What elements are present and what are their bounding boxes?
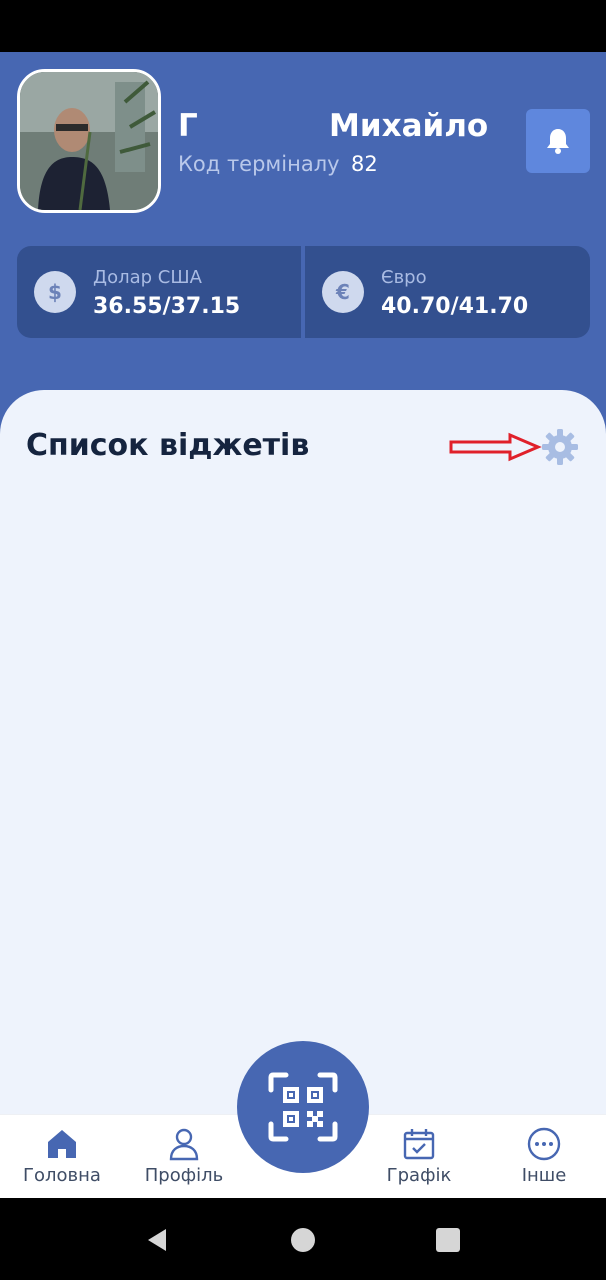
avatar[interactable]: [17, 69, 161, 213]
qr-code-icon: [268, 1072, 338, 1142]
back-icon[interactable]: [144, 1227, 170, 1253]
nav-item-more[interactable]: Інше: [484, 1127, 604, 1187]
widgets-settings-button[interactable]: [541, 428, 579, 466]
terminal-label: Код терміналу: [178, 152, 340, 176]
dollar-icon: $: [34, 271, 76, 313]
nav-label-profile: Профіль: [144, 1165, 224, 1186]
more-icon: [527, 1127, 561, 1161]
rate-value-usd: 36.55/37.15: [93, 294, 241, 319]
system-navigation-bar: [0, 1198, 606, 1280]
nav-label-home: Головна: [23, 1165, 101, 1186]
user-name: Михайло: [329, 108, 489, 144]
bell-icon: [547, 129, 569, 154]
nav-item-home[interactable]: Головна: [2, 1127, 122, 1187]
page-title: Список віджетів: [26, 428, 310, 463]
home-circle-icon[interactable]: [290, 1227, 316, 1253]
calendar-check-icon: [403, 1129, 435, 1160]
annotation-arrow-icon: [449, 432, 542, 462]
rate-label-eur: Євро: [381, 267, 427, 288]
rate-label-usd: Долар США: [93, 267, 202, 288]
nav-label-more: Інше: [521, 1165, 567, 1186]
rate-card-eur: € Євро 40.70/41.70: [305, 246, 590, 338]
rate-value-eur: 40.70/41.70: [381, 294, 529, 319]
person-icon: [169, 1128, 199, 1161]
qr-scan-button[interactable]: [237, 1041, 369, 1173]
rate-card-usd: $ Долар США 36.55/37.15: [17, 246, 301, 338]
gear-icon: [542, 429, 578, 465]
recents-square-icon[interactable]: [435, 1227, 461, 1253]
avatar-photo: [20, 72, 158, 210]
widgets-panel: [0, 390, 606, 1140]
status-bar: [0, 0, 606, 52]
nav-label-schedule: Графік: [386, 1165, 452, 1186]
nav-item-profile[interactable]: Профіль: [124, 1127, 244, 1187]
terminal-code: 82: [351, 152, 378, 176]
home-icon: [48, 1130, 76, 1158]
nav-item-schedule[interactable]: Графік: [359, 1127, 479, 1187]
user-initial: Г: [178, 108, 198, 144]
euro-icon: €: [322, 271, 364, 313]
notifications-button[interactable]: [526, 109, 590, 173]
